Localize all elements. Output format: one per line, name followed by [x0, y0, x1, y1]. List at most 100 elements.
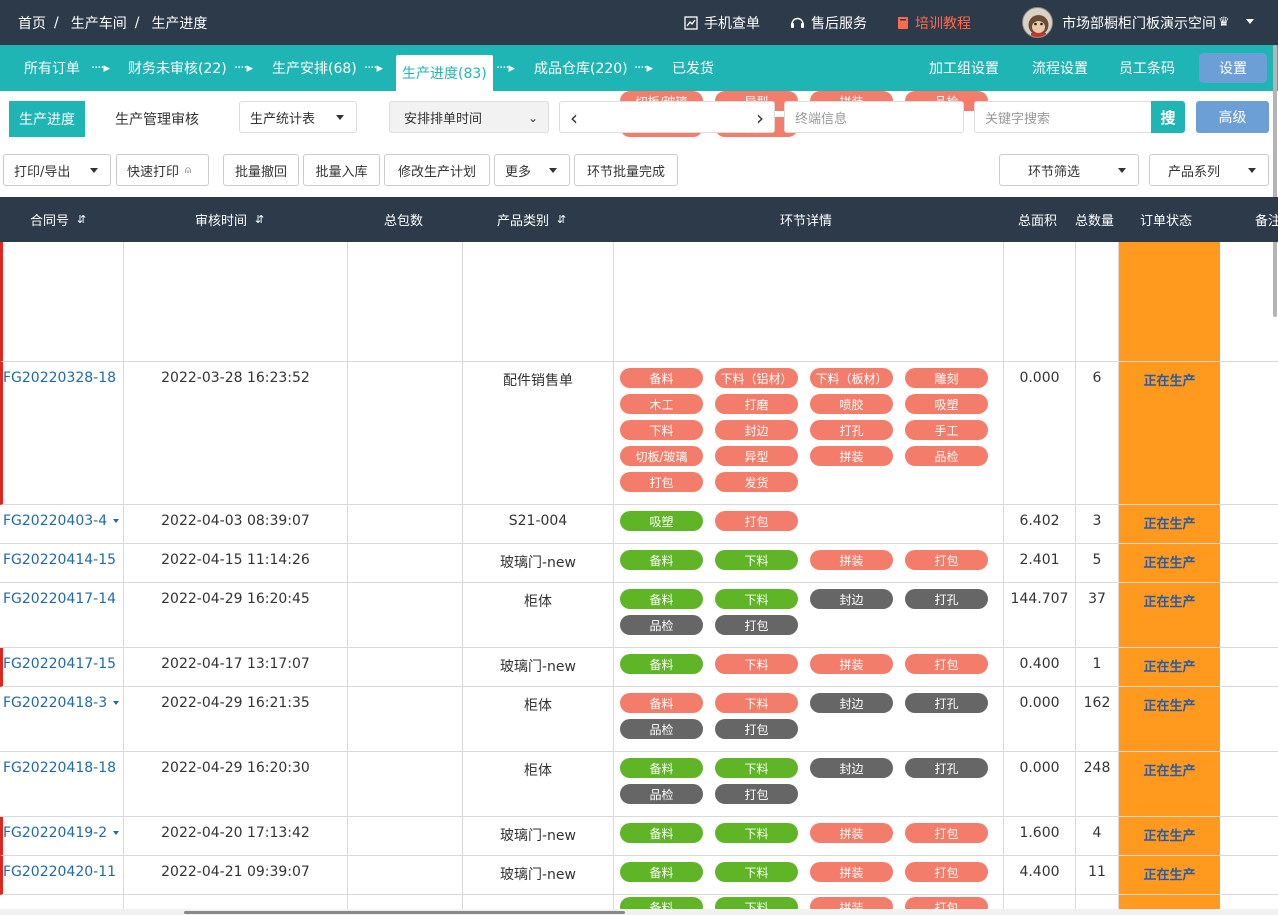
flow-all-orders[interactable]: 所有订单 [24, 45, 80, 91]
stage-pill[interactable]: 异型 [715, 446, 798, 466]
stage-pill[interactable]: 打包 [905, 654, 988, 674]
after-sales-link[interactable]: 售后服务 [790, 0, 867, 45]
stage-pill[interactable]: 打包 [905, 550, 988, 570]
avatar[interactable] [1022, 7, 1053, 38]
stage-pill[interactable]: 木工 [620, 394, 703, 414]
sort-icon[interactable]: ⇵ [77, 213, 86, 226]
stage-pill[interactable]: 拼装 [810, 446, 893, 466]
table-row[interactable]: FG20220420-11 2022-04-21 09:39:07 玻璃门-new 4… [0, 856, 1278, 895]
stage-pill[interactable]: 喷胶 [810, 394, 893, 414]
stage-pill[interactable]: 打包 [905, 862, 988, 882]
table-row[interactable]: FG20220418-18 2022-04-29 16:20:30 柜体 0.000 2… [0, 752, 1278, 817]
contract-link[interactable]: FG20220417-15 [3, 656, 123, 672]
stage-pill[interactable]: 打包 [715, 615, 798, 635]
stage-pill[interactable]: 打孔 [810, 420, 893, 440]
stage-pill[interactable]: 备料 [620, 758, 703, 778]
contract-link[interactable]: FG20220417-14 [3, 591, 123, 607]
horizontal-scrollbar[interactable] [0, 909, 1278, 915]
stage-pill[interactable]: 拼装 [810, 654, 893, 674]
stage-pill[interactable]: 备料 [620, 589, 703, 609]
tab-production-progress[interactable]: 生产进度 [9, 101, 85, 137]
advanced-search-button[interactable]: 高级 [1196, 101, 1269, 133]
flow-warehouse[interactable]: 成品仓库(220) [534, 45, 628, 91]
stage-pill[interactable]: 下料 [715, 823, 798, 843]
stage-pill[interactable]: 下料 [715, 758, 798, 778]
table-row[interactable]: FG20220419-2 2022-04-20 17:13:42 玻璃门-new 1.… [0, 817, 1278, 856]
col-category[interactable]: 产品类别 ⇵ [497, 197, 566, 242]
stage-pill[interactable]: 切板/玻璃 [620, 446, 703, 466]
stage-pill[interactable]: 打包 [620, 472, 703, 492]
stage-pill[interactable]: 打磨 [715, 394, 798, 414]
stage-pill[interactable]: 打孔 [905, 589, 988, 609]
tab-production-review[interactable]: 生产管理审核 [115, 101, 199, 137]
breadcrumb-home[interactable]: 首页 [18, 13, 46, 33]
col-contract[interactable]: 合同号 ⇵ [30, 197, 86, 242]
stage-pill[interactable]: 打孔 [905, 758, 988, 778]
table-row[interactable]: FG20220403-4 2022-04-03 08:39:07 S21-004 6.… [0, 505, 1278, 544]
stage-pill[interactable]: 下料 [715, 589, 798, 609]
stage-pill[interactable]: 封边 [715, 420, 798, 440]
employee-barcode-link[interactable]: 员工条码 [1119, 45, 1175, 91]
stage-pill[interactable]: 手工 [905, 420, 988, 440]
sort-icon[interactable]: ⇵ [557, 213, 566, 226]
stage-pill[interactable]: 下料 [715, 550, 798, 570]
sort-time-select[interactable]: 安排排单时间 ⌄ [389, 101, 549, 133]
stage-filter-dropdown[interactable]: 环节筛选 [999, 154, 1139, 186]
stage-pill[interactable]: 拼装 [810, 823, 893, 843]
sort-icon[interactable]: ⇵ [255, 213, 264, 226]
expand-caret-icon[interactable] [113, 701, 120, 705]
table-row[interactable]: FG20220417-14 2022-04-29 16:20:45 柜体 144.70… [0, 583, 1278, 648]
flow-scheduling[interactable]: 生产安排(68) [272, 45, 357, 91]
stats-dropdown[interactable]: 生产统计表 [239, 101, 357, 133]
group-settings-link[interactable]: 加工组设置 [929, 45, 999, 91]
vertical-scrollbar[interactable] [1271, 45, 1278, 317]
training-link[interactable]: 培训教程 [897, 0, 971, 45]
batch-stock-in-button[interactable]: 批量入库 [303, 154, 380, 186]
stage-pill[interactable]: 吸塑 [620, 511, 703, 531]
vertical-scrollbar-thumb[interactable] [1273, 45, 1277, 317]
expand-caret-icon[interactable] [113, 519, 120, 523]
mobile-query-link[interactable]: 手机查单 [684, 0, 760, 45]
stage-pill[interactable]: 下料 [715, 654, 798, 674]
stage-pill[interactable]: 吸塑 [905, 394, 988, 414]
stage-pill[interactable]: 备料 [620, 550, 703, 570]
stage-pill[interactable]: 拼装 [810, 550, 893, 570]
expand-caret-icon[interactable] [113, 831, 120, 835]
user-menu[interactable]: 市场部橱柜门板演示空间 ♛ [1062, 0, 1230, 45]
contract-link[interactable]: FG20220419-2 [3, 825, 123, 841]
more-button[interactable]: 更多 [494, 154, 570, 186]
date-next-button[interactable]: › [756, 106, 764, 130]
stage-pill[interactable]: 打包 [715, 719, 798, 739]
edit-plan-button[interactable]: 修改生产计划 [384, 154, 490, 186]
stage-pill[interactable]: 备料 [620, 823, 703, 843]
process-settings-link[interactable]: 流程设置 [1032, 45, 1088, 91]
date-prev-button[interactable]: ‹ [570, 106, 578, 130]
contract-link[interactable]: FG20220418-18 [3, 760, 123, 776]
user-dropdown-icon[interactable] [1246, 19, 1254, 24]
stage-pill[interactable]: 打孔 [905, 693, 988, 713]
stage-pill[interactable]: 封边 [810, 589, 893, 609]
stage-pill[interactable]: 发货 [715, 472, 798, 492]
stage-pill[interactable]: 打包 [715, 511, 798, 531]
settings-button[interactable]: 设置 [1199, 53, 1267, 83]
quick-print-button[interactable]: 快速打印 ⍝ [116, 154, 209, 186]
batch-complete-button[interactable]: 环节批量完成 [574, 154, 678, 186]
stage-pill[interactable]: 品检 [620, 784, 703, 804]
stage-pill[interactable]: 品检 [620, 615, 703, 635]
search-button[interactable]: 搜 [1151, 101, 1185, 133]
stage-pill[interactable]: 雕刻 [905, 368, 988, 388]
stage-pill[interactable]: 下料 [715, 693, 798, 713]
table-row[interactable]: FG20220414-15 2022-04-15 11:14:26 玻璃门-new 2… [0, 544, 1278, 583]
table-row[interactable]: FG20220418-3 2022-04-29 16:21:35 柜体 0.000 16… [0, 687, 1278, 752]
stage-pill[interactable]: 拼装 [810, 862, 893, 882]
stage-pill[interactable]: 下料 [715, 862, 798, 882]
stage-pill[interactable]: 备料 [620, 693, 703, 713]
stage-pill[interactable]: 品检 [905, 446, 988, 466]
horizontal-scrollbar-thumb[interactable] [184, 911, 625, 914]
keyword-search-input[interactable]: 关键字搜索 [974, 101, 1152, 133]
stage-pill[interactable]: 备料 [620, 368, 703, 388]
stage-pill[interactable]: 下料（铝材） [715, 368, 798, 388]
stage-pill[interactable]: 备料 [620, 862, 703, 882]
terminal-info-input[interactable]: 终端信息 [784, 101, 964, 133]
contract-link[interactable]: FG20220414-15 [3, 552, 123, 568]
